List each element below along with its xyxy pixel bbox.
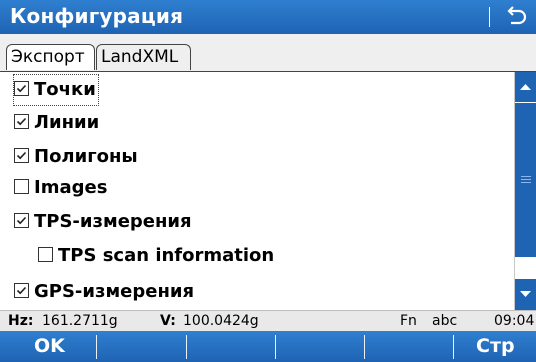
list-item[interactable]: GPS-измерения: [14, 277, 194, 307]
tab-export[interactable]: Экспорт: [6, 44, 95, 70]
ok-button[interactable]: OK: [34, 331, 65, 362]
checkbox-checked-icon[interactable]: [14, 212, 29, 228]
v-label: V:: [160, 313, 176, 329]
tab-strip: Экспорт LandXML: [0, 34, 536, 72]
hz-value: 161.2711g: [42, 313, 118, 329]
export-options-list: Точки Линии Полигоны Images TPS-измерения TPS…: [0, 72, 514, 310]
tab-landxml[interactable]: LandXML: [96, 44, 191, 70]
list-item-label: Линии: [34, 112, 100, 133]
hz-label: Hz:: [8, 313, 34, 329]
list-item[interactable]: Линии: [14, 108, 99, 138]
list-item-label: GPS-измерения: [34, 281, 195, 302]
list-item-label: TPS scan information: [58, 245, 275, 266]
list-item[interactable]: Полигоны: [14, 142, 138, 172]
v-value: 100.0424g: [183, 313, 259, 329]
list-item-label: Полигоны: [34, 146, 138, 167]
list-item-label: Точки: [34, 79, 96, 100]
list-item[interactable]: TPS-измерения: [14, 207, 192, 237]
checkbox-checked-icon[interactable]: [14, 113, 29, 129]
list-item[interactable]: TPS scan information: [38, 241, 274, 271]
clock: 09:04: [494, 313, 535, 329]
list-item[interactable]: Точки: [13, 74, 99, 106]
list-item-label: TPS-измерения: [34, 211, 192, 232]
scroll-down-button[interactable]: [515, 279, 536, 310]
list-item-label: Images: [34, 177, 108, 198]
scrollbar[interactable]: [514, 72, 536, 310]
back-button[interactable]: [500, 2, 530, 32]
title-bar: Конфигурация: [0, 0, 536, 34]
checkbox-unchecked-icon[interactable]: [38, 246, 53, 262]
title-separator: [489, 7, 490, 27]
arrow-up-icon: [520, 84, 531, 90]
fn-indicator: Fn: [400, 313, 417, 329]
status-bar: Hz: 161.2711g V: 100.0424g Fn abc 09:04: [0, 310, 536, 331]
input-mode-indicator: abc: [432, 313, 458, 329]
scroll-up-button[interactable]: [515, 72, 536, 102]
back-arrow-icon: [507, 6, 527, 25]
list-item[interactable]: Images: [14, 173, 107, 203]
arrow-down-icon: [520, 291, 531, 297]
page-button[interactable]: Стр: [476, 331, 515, 362]
page-title: Конфигурация: [10, 4, 184, 28]
checkbox-checked-icon[interactable]: [14, 282, 29, 298]
checkbox-checked-icon[interactable]: [14, 147, 29, 163]
softkey-bar: OK Стр: [0, 331, 536, 362]
checkbox-unchecked-icon[interactable]: [14, 178, 29, 194]
checkbox-checked-icon[interactable]: [14, 80, 29, 96]
scroll-thumb[interactable]: [515, 103, 536, 257]
